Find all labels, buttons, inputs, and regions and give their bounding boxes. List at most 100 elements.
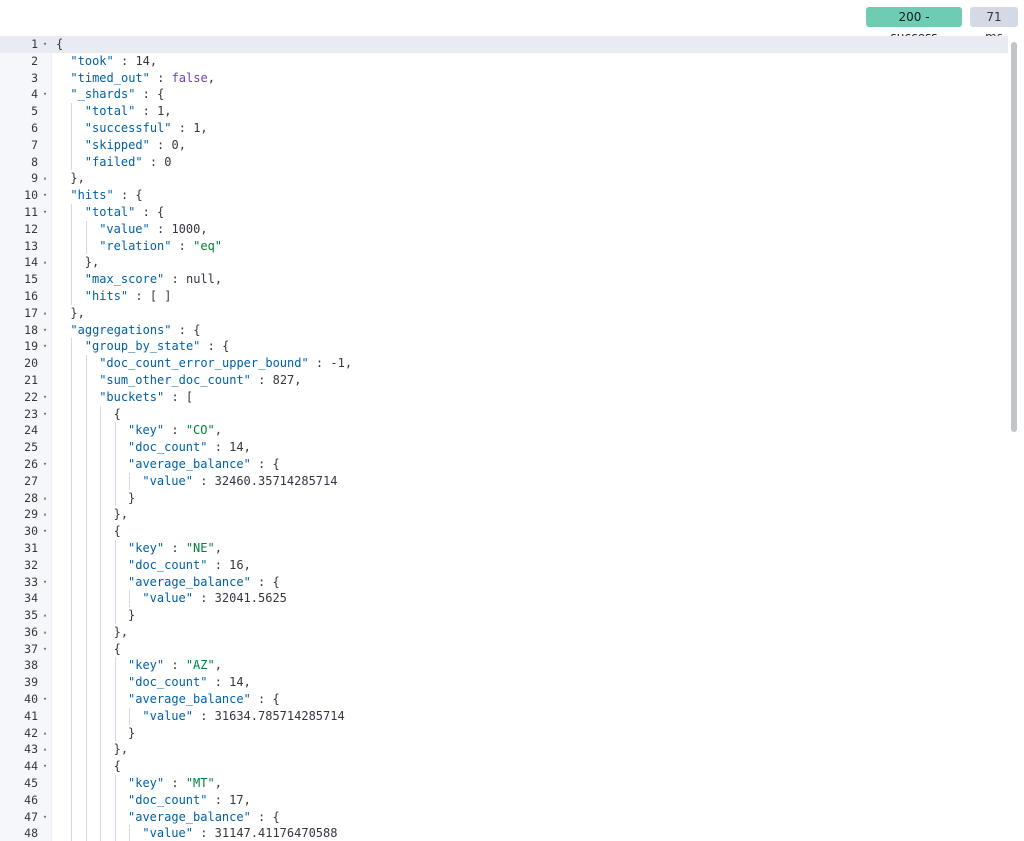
line-number: 41 bbox=[24, 708, 38, 723]
indent-guide bbox=[85, 439, 87, 456]
indent-guide bbox=[85, 556, 87, 574]
token-punc: : bbox=[171, 238, 194, 253]
code-text: }, bbox=[114, 741, 128, 758]
code-line: 46 "doc_count" : 17, bbox=[0, 791, 1008, 809]
indent-guide bbox=[85, 724, 87, 742]
token-punc: : bbox=[207, 675, 230, 690]
fold-arrow-up-icon[interactable]: ▴ bbox=[41, 607, 49, 624]
token-punc: { bbox=[113, 641, 121, 656]
response-editor[interactable]: 1 ▾{2 "took" : 14, 3 "timed_out" : false, 4 ▾ "… bbox=[0, 36, 1024, 841]
token-punc: , bbox=[164, 104, 172, 119]
indent-guide bbox=[100, 707, 102, 725]
token-str: "AZ" bbox=[185, 658, 215, 673]
line-number: 32 bbox=[24, 557, 38, 572]
code-text: "value" : 32041.5625 bbox=[142, 590, 287, 607]
fold-arrow-down-icon[interactable]: ▾ bbox=[41, 809, 49, 826]
fold-arrow-down-icon[interactable]: ▾ bbox=[41, 36, 49, 53]
token-punc: : bbox=[164, 658, 186, 673]
fold-arrow-up-icon[interactable]: ▴ bbox=[41, 305, 49, 322]
line-number: 14 bbox=[24, 255, 38, 270]
line-number: 11 bbox=[24, 204, 38, 219]
code-line: 1 ▾ { bbox=[0, 36, 1008, 53]
line-number: 48 bbox=[24, 826, 38, 841]
fold-arrow-up-icon[interactable]: ▴ bbox=[41, 725, 49, 742]
code-text: "doc_count" : 16, bbox=[128, 557, 251, 574]
fold-arrow-down-icon[interactable]: ▾ bbox=[41, 86, 49, 103]
line-number: 27 bbox=[24, 473, 38, 488]
indent-guide bbox=[71, 657, 73, 675]
token-key: "aggregations" bbox=[70, 322, 172, 337]
fold-arrow-down-icon[interactable]: ▾ bbox=[41, 758, 49, 775]
token-punc: , bbox=[207, 70, 215, 85]
fold-arrow-down-icon[interactable]: ▾ bbox=[41, 641, 49, 658]
fold-arrow-down-icon[interactable]: ▾ bbox=[41, 574, 49, 591]
fold-arrow-down-icon[interactable]: ▾ bbox=[41, 389, 49, 406]
token-punc: : bbox=[192, 591, 215, 606]
code-text: "group_by_state" : { bbox=[85, 338, 230, 355]
token-key: "hits" bbox=[70, 188, 114, 203]
indent-guide bbox=[85, 371, 87, 389]
code-line: 45 "key" : "MT", bbox=[0, 775, 1008, 792]
line-number: 2 bbox=[31, 53, 38, 68]
fold-arrow-up-icon[interactable]: ▴ bbox=[41, 170, 49, 187]
indent-guide bbox=[85, 506, 87, 524]
fold-arrow-down-icon[interactable]: ▾ bbox=[41, 406, 49, 423]
token-key: "key" bbox=[128, 776, 165, 791]
fold-arrow-down-icon[interactable]: ▾ bbox=[41, 322, 49, 339]
indent-guide bbox=[114, 724, 116, 742]
indent-guide bbox=[71, 371, 73, 389]
token-key: "key" bbox=[128, 658, 165, 673]
fold-arrow-down-icon[interactable]: ▾ bbox=[41, 187, 49, 204]
fold-arrow-down-icon[interactable]: ▾ bbox=[41, 523, 49, 540]
code-text: "key" : "AZ", bbox=[128, 657, 222, 674]
indent-guide bbox=[85, 405, 87, 423]
code-text: { bbox=[114, 758, 121, 775]
code-text: } bbox=[128, 607, 135, 624]
line-number: 31 bbox=[24, 540, 38, 555]
indent-guide bbox=[85, 607, 87, 624]
scrollbar-thumb[interactable] bbox=[1011, 42, 1017, 432]
code-text: "relation" : "eq" bbox=[99, 238, 222, 255]
indent-guide bbox=[85, 489, 87, 507]
code-text: "value" : 1000, bbox=[99, 221, 207, 238]
code-line: 19 ▾ "group_by_state" : { bbox=[0, 338, 1008, 356]
indent-guide bbox=[114, 691, 116, 708]
code-line: 20 "doc_count_error_upper_bound" : -1, bbox=[0, 355, 1008, 372]
fold-arrow-down-icon[interactable]: ▾ bbox=[41, 204, 49, 221]
line-number: 36 bbox=[24, 624, 38, 639]
token-key: "doc_count" bbox=[128, 792, 208, 807]
fold-arrow-down-icon[interactable]: ▾ bbox=[41, 691, 49, 708]
code-text: } bbox=[128, 490, 135, 507]
indent-guide bbox=[85, 775, 87, 792]
fold-arrow-up-icon[interactable]: ▴ bbox=[41, 490, 49, 507]
token-punc: , bbox=[149, 53, 158, 68]
fold-arrow-down-icon[interactable]: ▾ bbox=[41, 456, 49, 473]
token-key: "doc_count_error_upper_bound" bbox=[99, 356, 309, 371]
code-text: "key" : "MT", bbox=[128, 775, 222, 792]
code-text: "key" : "NE", bbox=[128, 540, 222, 557]
indent-guide bbox=[114, 590, 116, 608]
fold-arrow-up-icon[interactable]: ▴ bbox=[41, 254, 49, 271]
code-text: { bbox=[114, 641, 121, 658]
indent-guide bbox=[71, 388, 73, 406]
token-punc: , bbox=[214, 272, 223, 287]
fold-arrow-down-icon[interactable]: ▾ bbox=[41, 338, 49, 355]
indent-guide bbox=[71, 539, 73, 557]
code-text: "timed_out" : false, bbox=[70, 70, 215, 87]
code-line: 12 "value" : 1000, bbox=[0, 220, 1008, 238]
token-key: "average_balance" bbox=[128, 692, 251, 707]
code-text: "doc_count" : 17, bbox=[128, 792, 251, 809]
code-text: "skipped" : 0, bbox=[85, 137, 186, 154]
indent-guide bbox=[100, 775, 102, 792]
fold-arrow-up-icon[interactable]: ▴ bbox=[41, 741, 49, 758]
code-text: "average_balance" : { bbox=[128, 809, 280, 826]
code-text: "sum_other_doc_count" : 827, bbox=[99, 372, 301, 389]
line-number: 13 bbox=[24, 238, 38, 253]
fold-arrow-up-icon[interactable]: ▴ bbox=[41, 624, 49, 641]
token-key: "hits" bbox=[84, 288, 129, 303]
token-punc: : bbox=[164, 776, 186, 791]
indent-guide bbox=[114, 791, 116, 809]
code-line: 33 ▾ "average_balance" : { bbox=[0, 573, 1008, 591]
token-punc: : bbox=[164, 272, 186, 287]
fold-arrow-up-icon[interactable]: ▴ bbox=[41, 506, 49, 523]
